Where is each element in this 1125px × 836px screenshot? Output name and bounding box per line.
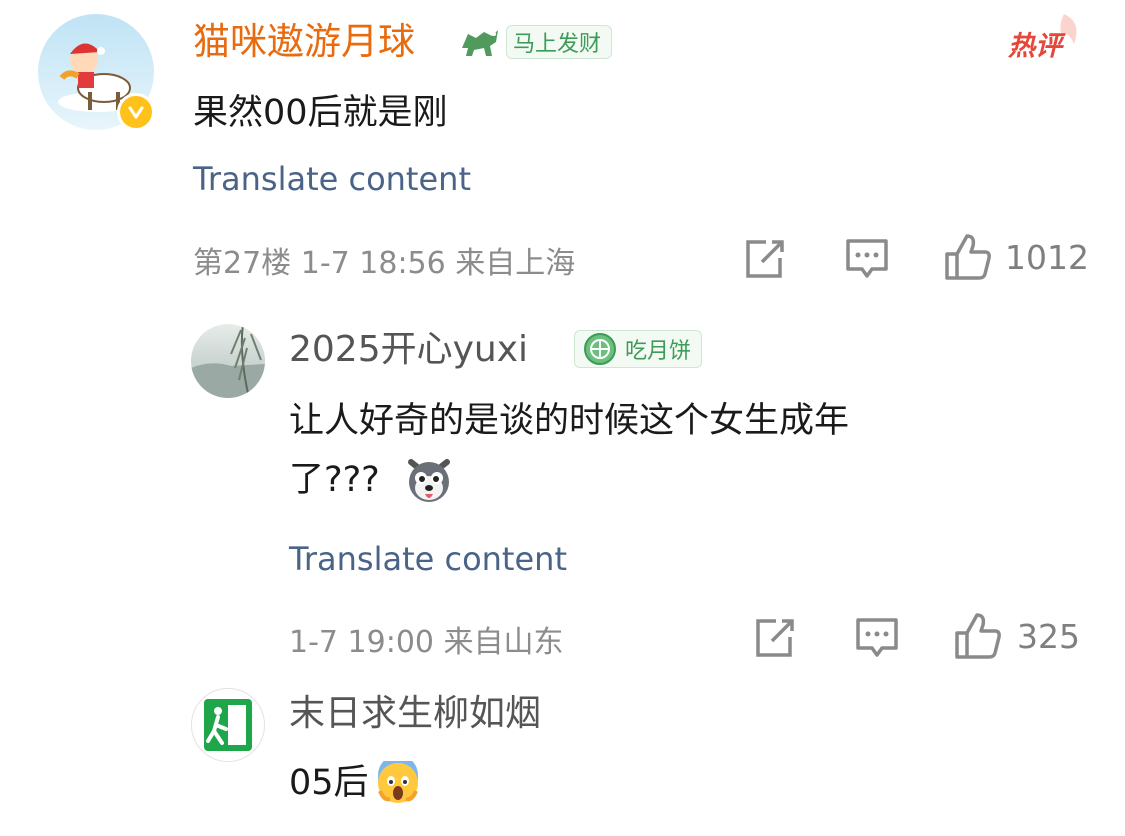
comment-meta: 第27楼 1-7 18:56 来自上海	[193, 238, 575, 282]
reply-button[interactable]	[842, 236, 892, 282]
thumbs-up-icon	[945, 234, 991, 280]
share-icon	[756, 619, 794, 657]
user-badge[interactable]: 吃月饼	[574, 330, 703, 368]
badge-label: 马上发财	[506, 25, 613, 59]
timestamp: 1-7 19:00	[289, 625, 434, 660]
comment-text-line2: 了???	[289, 455, 454, 505]
translate-link[interactable]: Translate content	[193, 160, 471, 198]
horse-icon	[458, 24, 502, 60]
thumbs-up-icon	[955, 613, 1001, 659]
comment-icon	[846, 239, 888, 278]
like-count: 1012	[1005, 237, 1089, 277]
username[interactable]: 末日求生柳如烟	[289, 692, 541, 736]
timestamp: 1-7 18:56	[300, 246, 446, 281]
location: 来自上海	[455, 246, 576, 281]
scream-emoji-icon	[375, 760, 421, 806]
verified-badge-icon	[117, 93, 155, 131]
comment-meta: 1-7 19:00 来自山东	[289, 617, 564, 661]
like-count: 325	[1017, 616, 1080, 656]
user-badge[interactable]: 马上发财	[458, 24, 613, 60]
share-icon	[746, 240, 784, 278]
share-button[interactable]	[750, 615, 798, 661]
hot-comment-tag: 热评	[1008, 10, 1088, 62]
avatar[interactable]	[191, 324, 265, 398]
badge-label: 吃月饼	[625, 339, 692, 364]
reply-button[interactable]	[852, 615, 902, 661]
comment-text: 果然00后就是刚	[193, 93, 448, 133]
dog-emoji-icon	[404, 455, 454, 505]
comment-text: 05后	[289, 763, 369, 803]
translate-link[interactable]: Translate content	[289, 540, 567, 578]
floor-number: 第27楼	[193, 246, 292, 281]
location: 来自山东	[443, 625, 564, 660]
landscape-avatar-icon	[191, 324, 265, 398]
username[interactable]: 猫咪遨游月球	[193, 20, 415, 64]
share-button[interactable]	[740, 236, 788, 282]
mooncake-icon	[581, 332, 619, 366]
comment-text: 让人好奇的是谈的时候这个女生成年	[289, 401, 850, 441]
comment-text-line: 05后	[289, 758, 421, 808]
avatar[interactable]	[191, 688, 265, 762]
like-button[interactable]: 325	[953, 611, 1080, 661]
like-button[interactable]: 1012	[943, 232, 1089, 282]
username[interactable]: 2025开心yuxi	[289, 328, 528, 372]
exit-sign-avatar-icon	[204, 699, 252, 751]
comment-icon	[856, 618, 898, 657]
